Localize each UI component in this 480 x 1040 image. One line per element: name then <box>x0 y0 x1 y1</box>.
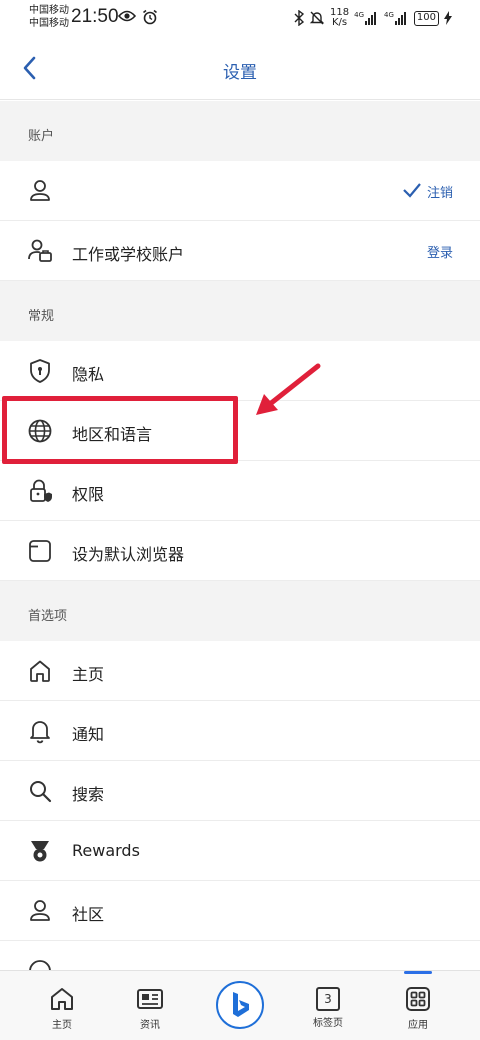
section-header-preferences: 首选项 <box>0 581 480 641</box>
section-header-general: 常规 <box>0 281 480 341</box>
nav-label: 主页 <box>52 1020 72 1031</box>
checkmark-icon <box>403 183 421 198</box>
nav-news[interactable]: 资讯 <box>120 985 180 1031</box>
app-header: 设置 <box>0 36 480 100</box>
status-icons-left <box>118 9 158 25</box>
signal-1: 4G <box>354 11 379 25</box>
permissions-row[interactable]: 权限 <box>0 461 480 521</box>
home-icon <box>51 988 73 1010</box>
section-label: 首选项 <box>28 609 68 624</box>
nav-label: 应用 <box>408 1020 428 1031</box>
privacy-row[interactable]: 隐私 <box>0 341 480 401</box>
work-account-icon <box>28 239 52 262</box>
section-header-account: 账户 <box>0 101 480 161</box>
tab-count-badge: 3 <box>316 987 340 1011</box>
signal-bars-icon <box>394 12 406 25</box>
section-label: 常规 <box>28 309 55 324</box>
nav-tabs[interactable]: 3 标签页 <box>298 985 358 1029</box>
row-label: 设为默认浏览器 <box>72 545 185 564</box>
browser-window-icon <box>29 540 51 562</box>
account-profile-row[interactable]: 注销 <box>0 161 480 221</box>
carrier-names: 中国移动 中国移动 <box>29 4 69 30</box>
bing-logo-icon <box>233 992 249 1017</box>
active-tab-indicator <box>404 971 432 974</box>
carrier-1: 中国移动 <box>29 5 69 16</box>
charging-icon <box>444 11 452 25</box>
row-label: 主页 <box>72 665 105 684</box>
status-icons-right: 118 K/s 4G 4G 100 <box>294 8 452 28</box>
eye-icon <box>118 10 136 22</box>
region-language-row[interactable]: 地区和语言 <box>0 401 480 461</box>
alarm-icon <box>143 9 157 25</box>
person-icon <box>30 180 50 201</box>
page-title: 设置 <box>223 63 257 83</box>
bell-icon <box>30 721 50 744</box>
row-label: 社区 <box>72 905 105 924</box>
row-label: 工作或学校账户 <box>72 245 185 264</box>
battery-indicator: 100 <box>413 10 439 26</box>
net-speed: 118 K/s <box>330 7 350 28</box>
lock-shield-icon <box>30 479 52 502</box>
row-label: 地区和语言 <box>72 425 153 444</box>
medal-icon <box>31 841 49 862</box>
rewards-row[interactable]: Rewards <box>0 821 480 881</box>
bluetooth-icon <box>294 10 305 26</box>
apps-grid-icon <box>406 987 430 1011</box>
notifications-row[interactable]: 通知 <box>0 701 480 761</box>
work-school-account-row[interactable]: 工作或学校账户 登录 <box>0 221 480 281</box>
newspaper-icon <box>137 989 163 1009</box>
bottom-navigation: 主页 资讯 3 标签页 应用 <box>0 970 480 1040</box>
search-row[interactable]: 搜索 <box>0 761 480 821</box>
row-label: 权限 <box>72 485 105 504</box>
section-label: 账户 <box>28 129 55 144</box>
sign-out-link[interactable]: 注销 <box>427 182 453 201</box>
bing-chat-button[interactable] <box>216 981 264 1029</box>
signal-bars-icon <box>365 12 377 25</box>
globe-icon <box>28 419 52 443</box>
default-browser-row[interactable]: 设为默认浏览器 <box>0 521 480 581</box>
row-label: 隐私 <box>72 365 105 384</box>
community-row[interactable]: 社区 <box>0 881 480 941</box>
home-row[interactable]: 主页 <box>0 641 480 701</box>
nav-home[interactable]: 主页 <box>32 985 92 1031</box>
sign-in-link[interactable]: 登录 <box>427 242 453 261</box>
search-icon <box>30 781 52 803</box>
person-icon <box>30 900 50 921</box>
nav-label: 标签页 <box>313 1018 343 1029</box>
mute-bell-icon <box>309 11 325 25</box>
shield-lock-icon <box>30 359 50 383</box>
nav-apps[interactable]: 应用 <box>388 985 448 1031</box>
carrier-2: 中国移动 <box>29 18 69 29</box>
nav-label: 资讯 <box>140 1020 160 1031</box>
signal-2: 4G <box>384 11 409 25</box>
row-label: Rewards <box>72 841 140 860</box>
row-label: 通知 <box>72 725 105 744</box>
status-bar: 中国移动 中国移动 21:50 118 K/s 4G 4G 100 <box>0 0 480 36</box>
home-icon <box>30 660 50 682</box>
row-label: 搜索 <box>72 785 105 804</box>
clock: 21:50 <box>71 6 119 27</box>
